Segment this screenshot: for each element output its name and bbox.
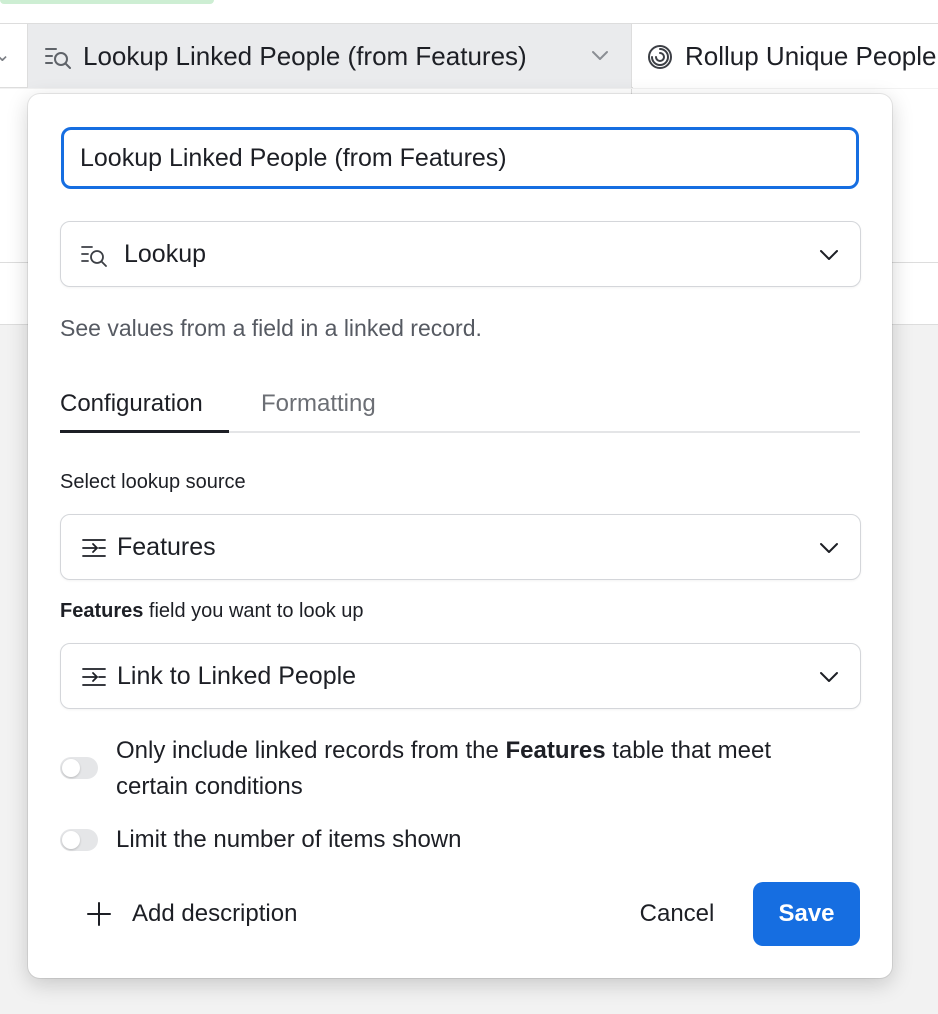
link-field-icon bbox=[82, 668, 106, 686]
conditions-toggle[interactable] bbox=[60, 757, 98, 779]
active-tab-indicator bbox=[60, 430, 229, 433]
lookup-source-select[interactable]: Features bbox=[60, 514, 861, 580]
rollup-spiral-icon bbox=[648, 45, 672, 69]
lookup-field-label-text: field you want to look up bbox=[143, 600, 364, 622]
chevron-down-icon bbox=[820, 543, 838, 553]
field-type-description: See values from a field in a linked reco… bbox=[60, 315, 482, 341]
chevron-down-icon[interactable] bbox=[590, 48, 610, 64]
conditions-text-before: Only include linked records from the bbox=[116, 737, 506, 764]
add-description-button[interactable]: Add description bbox=[86, 894, 297, 934]
toggle-knob bbox=[62, 759, 80, 777]
conditions-toggle-label: Only include linked records from the Fea… bbox=[116, 733, 816, 805]
chevron-down-icon: ⌄ bbox=[0, 44, 11, 66]
tab-configuration[interactable]: Configuration bbox=[60, 390, 203, 418]
lookup-icon bbox=[45, 48, 71, 69]
column-header-label: Rollup Unique People bbox=[685, 41, 937, 71]
chevron-down-icon bbox=[820, 250, 838, 260]
column-header-lookup[interactable]: Lookup Linked People (from Features) bbox=[28, 24, 632, 88]
app-stage: ⌄ Lookup Linked People (from Features) R… bbox=[0, 0, 938, 1014]
cancel-button[interactable]: Cancel bbox=[612, 883, 742, 945]
field-type-label: Lookup bbox=[124, 240, 207, 268]
field-config-dialog: Lookup See values from a field in a link… bbox=[28, 94, 892, 978]
add-description-label: Add description bbox=[132, 900, 298, 927]
selection-indicator bbox=[0, 0, 214, 4]
lookup-field-select[interactable]: Link to Linked People bbox=[60, 643, 861, 709]
toggle-knob bbox=[62, 831, 80, 849]
tab-formatting[interactable]: Formatting bbox=[261, 390, 376, 418]
conditions-text-table: Features bbox=[505, 737, 606, 764]
field-type-select[interactable]: Lookup bbox=[60, 221, 861, 287]
link-field-icon bbox=[82, 539, 106, 557]
chevron-down-icon bbox=[820, 672, 838, 682]
lookup-icon bbox=[81, 246, 107, 267]
field-name-input[interactable] bbox=[61, 127, 859, 189]
save-button[interactable]: Save bbox=[753, 882, 860, 946]
lookup-source-label: Select lookup source bbox=[60, 471, 246, 493]
top-strip bbox=[0, 0, 938, 23]
lookup-field-label-table: Features bbox=[60, 600, 144, 622]
lookup-source-value: Features bbox=[117, 533, 216, 561]
column-header-label: Lookup Linked People (from Features) bbox=[83, 41, 527, 71]
lookup-field-label: Features field you want to look up bbox=[60, 600, 364, 623]
plus-icon bbox=[87, 902, 111, 926]
column-header-rollup[interactable]: Rollup Unique People bbox=[633, 24, 938, 88]
grid-header-row: ⌄ Lookup Linked People (from Features) R… bbox=[0, 23, 938, 88]
lookup-field-value: Link to Linked People bbox=[117, 662, 357, 690]
limit-items-toggle-label: Limit the number of items shown bbox=[116, 826, 462, 853]
previous-column-header[interactable]: ⌄ bbox=[0, 24, 28, 88]
limit-items-toggle[interactable] bbox=[60, 829, 98, 851]
